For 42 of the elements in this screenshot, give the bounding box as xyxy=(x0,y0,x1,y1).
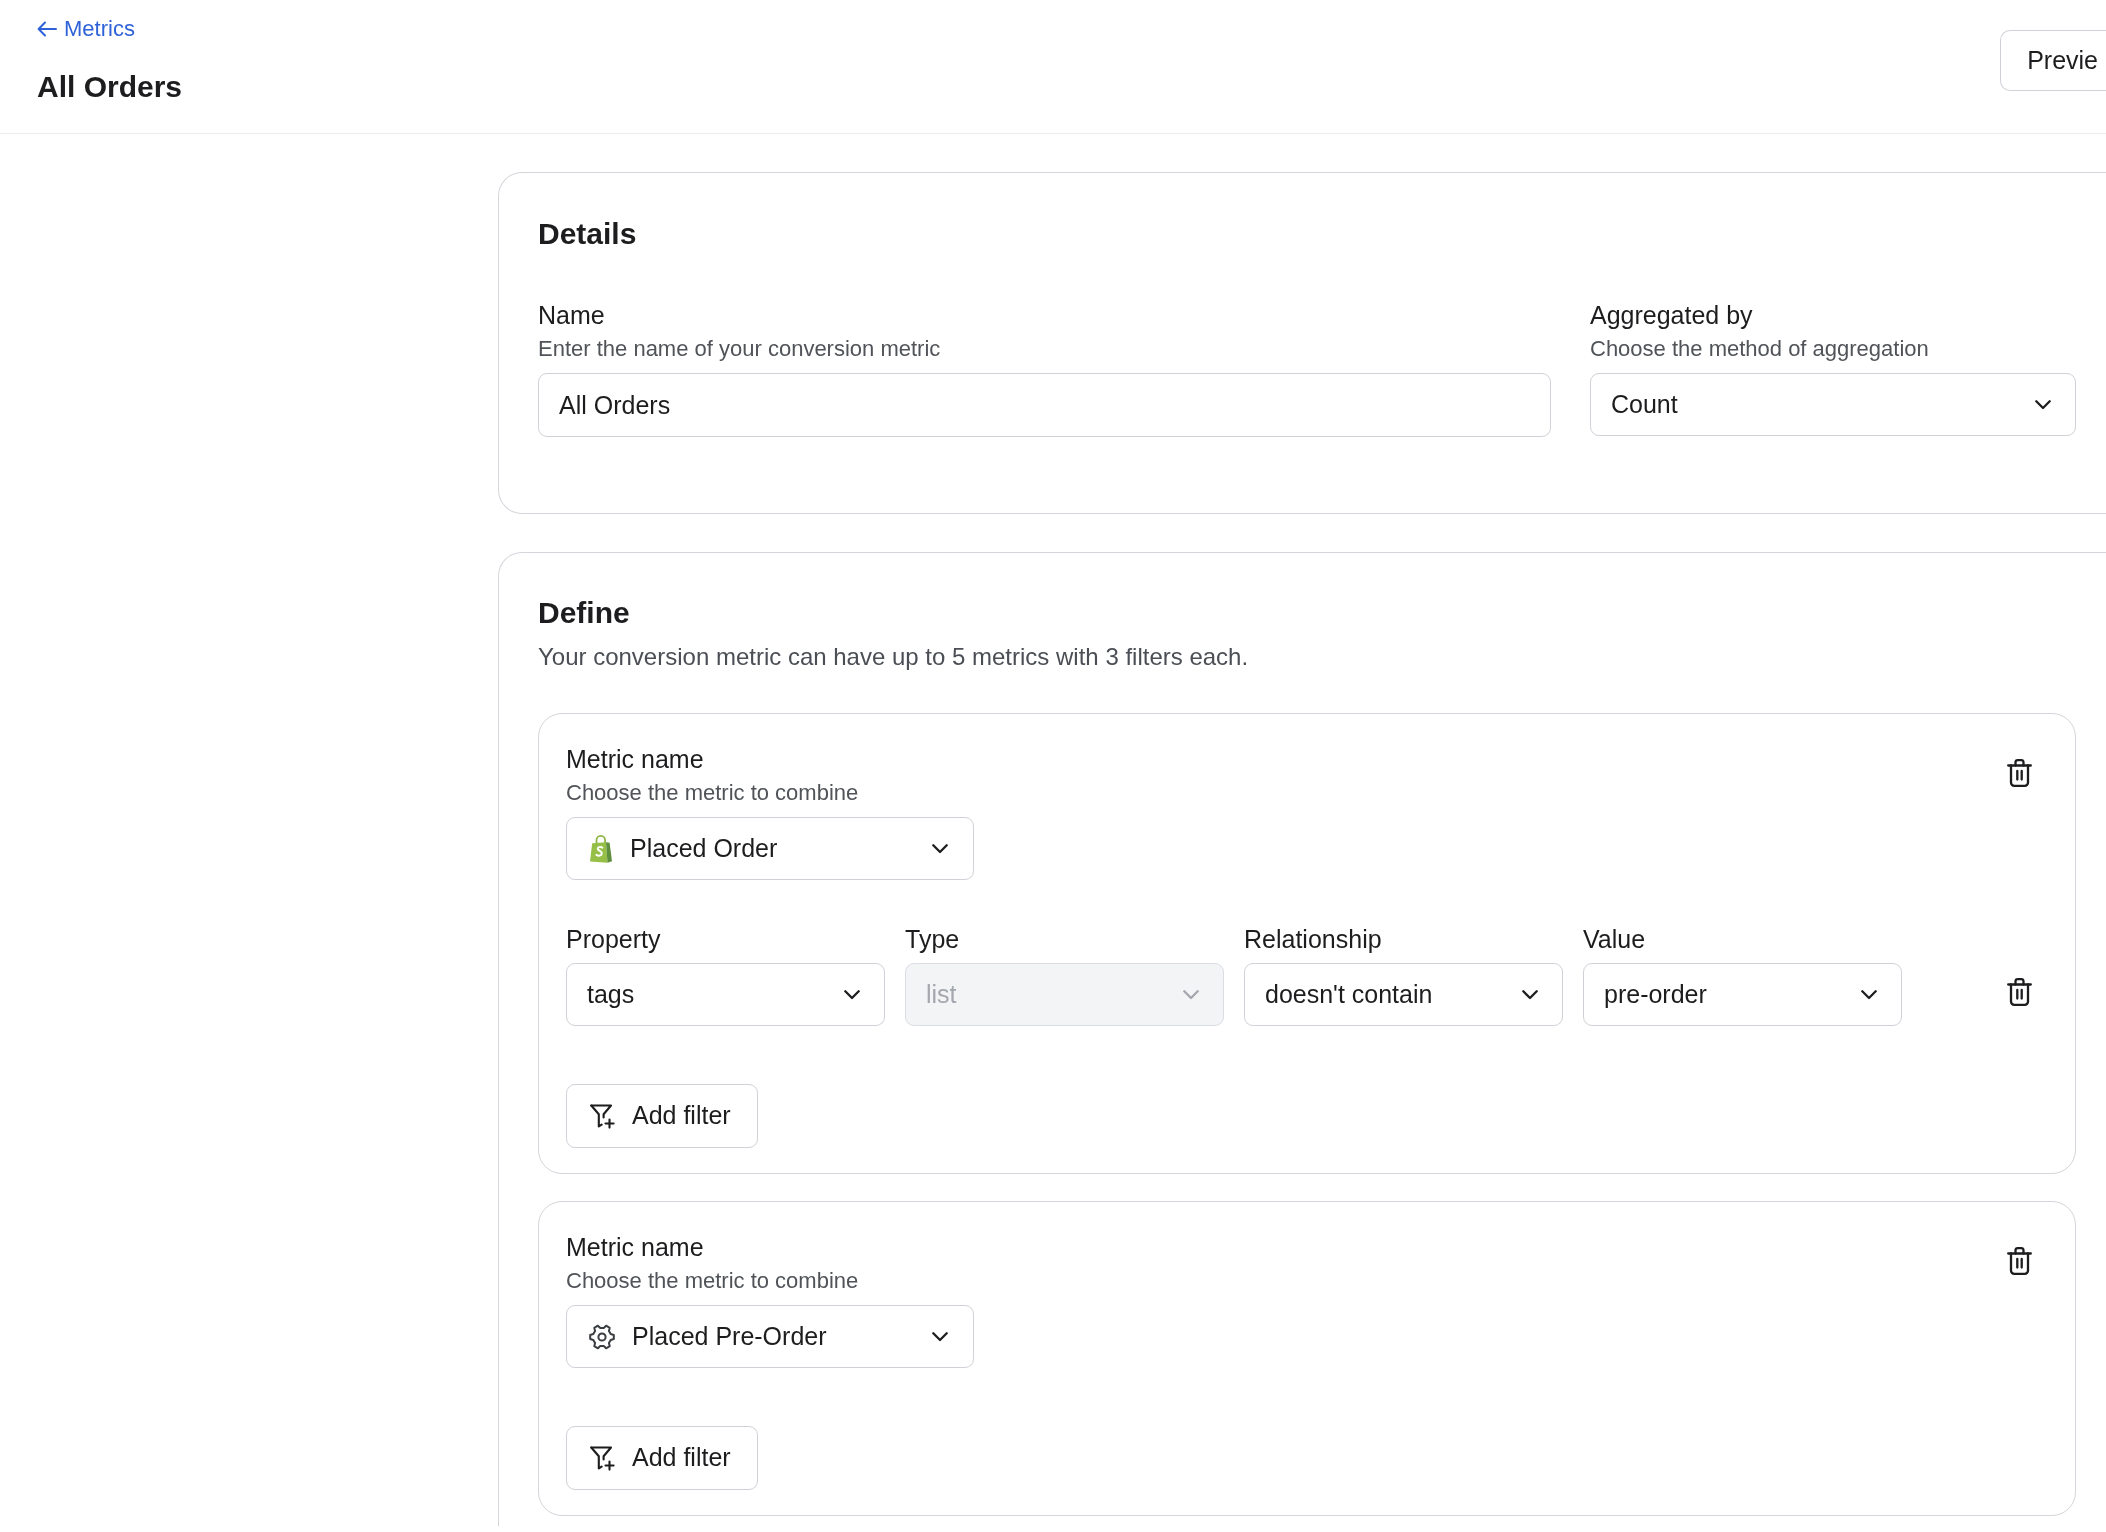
trash-icon[interactable] xyxy=(2007,1247,2032,1275)
filter-plus-icon xyxy=(590,1103,615,1129)
metric-select[interactable]: Placed Order xyxy=(566,817,974,880)
field-help-text: Choose the metric to combine xyxy=(566,1268,860,1294)
name-input[interactable]: All Orders xyxy=(538,373,1551,437)
field-label: Property xyxy=(566,924,662,954)
field-label: Relationship xyxy=(1244,924,1383,954)
section-description: Your conversion metric can have up to 5 metrics with 3 filters each. xyxy=(538,642,1250,671)
page-title: All Orders xyxy=(37,69,183,105)
arrow-left-icon xyxy=(37,20,57,37)
gear-icon xyxy=(589,1323,615,1350)
chevron-down-icon xyxy=(1522,989,1538,1000)
metric-select[interactable]: Placed Pre-Order xyxy=(566,1305,974,1368)
field-help-text: Enter the name of your conversion metric xyxy=(538,336,942,362)
back-link[interactable]: Metrics xyxy=(37,15,135,42)
aggregation-select[interactable]: Count xyxy=(1590,373,2076,436)
preview-button[interactable]: Previe xyxy=(2000,30,2106,91)
chevron-down-icon xyxy=(844,989,860,1000)
filter-select[interactable]: pre-order xyxy=(1583,963,1902,1026)
field-label: Value xyxy=(1583,924,1647,954)
filter-select[interactable]: tags xyxy=(566,963,885,1026)
section-title: Details xyxy=(538,216,638,252)
filter-select[interactable]: doesn't contain xyxy=(1244,963,1563,1026)
chevron-down-icon xyxy=(1183,989,1199,1000)
trash-icon[interactable] xyxy=(2007,759,2032,787)
chevron-down-icon xyxy=(932,1331,948,1342)
chevron-down-icon xyxy=(1861,989,1877,1000)
field-help-text: Choose the metric to combine xyxy=(566,780,860,806)
field-label: Metric name xyxy=(566,1232,705,1262)
add-filter-button[interactable]: Add filter xyxy=(566,1084,758,1148)
field-label: Metric name xyxy=(566,744,705,774)
section-title: Define xyxy=(538,595,631,631)
field-label: Type xyxy=(905,924,961,954)
chevron-down-icon xyxy=(932,843,948,854)
field-label: Name xyxy=(538,300,606,330)
add-filter-button[interactable]: Add filter xyxy=(566,1426,758,1490)
field-help-text: Choose the method of aggregation xyxy=(1590,336,1930,362)
shopping-bag-icon xyxy=(589,834,613,863)
trash-icon[interactable] xyxy=(2007,978,2032,1006)
filter-plus-icon xyxy=(590,1445,615,1471)
chevron-down-icon xyxy=(2035,399,2051,410)
field-label: Aggregated by xyxy=(1590,300,1754,330)
